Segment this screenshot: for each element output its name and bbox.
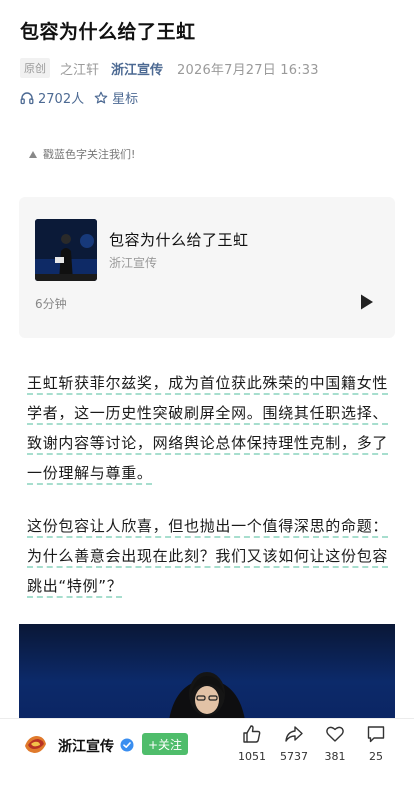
publish-date: 2026年7月27日 16:33	[177, 62, 319, 78]
heart-icon	[315, 724, 355, 744]
verified-badge-icon	[120, 737, 134, 752]
triangle-up-icon	[29, 150, 37, 158]
body-paragraph-1: 王虹斩获菲尔兹奖，成为首位获此殊荣的中国籍女性学者，这一历史性突破刷屏全网。围绕…	[27, 368, 393, 488]
listen-count-label: 2702人	[38, 92, 85, 107]
body-paragraph-2-text: 这份包容让人欣喜，但也抛出一个值得深思的命题：为什么善意会出现在此刻？我们又该如…	[27, 517, 389, 595]
star-button[interactable]: 星标	[94, 88, 138, 107]
audio-thumbnail	[35, 219, 97, 281]
favorite-button[interactable]: 381	[315, 724, 355, 763]
article-meta: 原创 之江轩 浙江宣传 2026年7月27日 16:33	[20, 58, 319, 78]
audio-card[interactable]: 包容为什么给了王虹 浙江宣传 6分钟	[19, 197, 395, 338]
star-label: 星标	[112, 92, 139, 107]
account-name[interactable]: 浙江宣传	[58, 736, 114, 756]
headphones-icon	[20, 91, 34, 105]
listen-count[interactable]: 2702人	[20, 88, 84, 107]
account-link[interactable]: 浙江宣传	[111, 59, 163, 78]
original-tag: 原创	[20, 58, 50, 78]
thumbs-up-icon	[232, 724, 272, 744]
audio-title: 包容为什么给了王虹	[109, 231, 249, 249]
body-paragraph-1-text: 王虹斩获菲尔兹奖，成为首位获此殊荣的中国籍女性学者，这一历史性突破刷屏全网。围绕…	[27, 374, 389, 482]
follow-tip-text: 戳蓝色字关注我们!	[43, 148, 136, 161]
favorite-count: 381	[324, 750, 346, 763]
article-hero-image	[19, 624, 395, 720]
like-button[interactable]: 1051	[232, 724, 272, 763]
share-arrow-icon	[274, 724, 314, 744]
follow-button[interactable]: +关注	[142, 733, 188, 755]
article-title: 包容为什么给了王虹	[20, 21, 196, 43]
comment-button[interactable]: 25	[356, 724, 396, 763]
share-count: 5737	[280, 750, 308, 763]
follow-tip: 戳蓝色字关注我们!	[29, 146, 135, 162]
audio-source: 浙江宣传	[109, 256, 158, 270]
comment-icon	[356, 724, 396, 744]
share-button[interactable]: 5737	[274, 724, 314, 763]
body-paragraph-2: 这份包容让人欣喜，但也抛出一个值得深思的命题：为什么善意会出现在此刻？我们又该如…	[27, 511, 393, 601]
bottom-bar: 浙江宣传 +关注 1051 5737 381 25	[0, 718, 414, 800]
play-icon[interactable]	[359, 293, 375, 311]
comment-count: 25	[369, 750, 383, 763]
like-count: 1051	[238, 750, 266, 763]
audio-duration: 6分钟	[35, 297, 67, 311]
author-name: 之江轩	[60, 62, 100, 78]
account-avatar[interactable]	[22, 731, 48, 757]
article-stats: 2702人 星标	[20, 88, 138, 107]
star-icon	[94, 91, 108, 105]
